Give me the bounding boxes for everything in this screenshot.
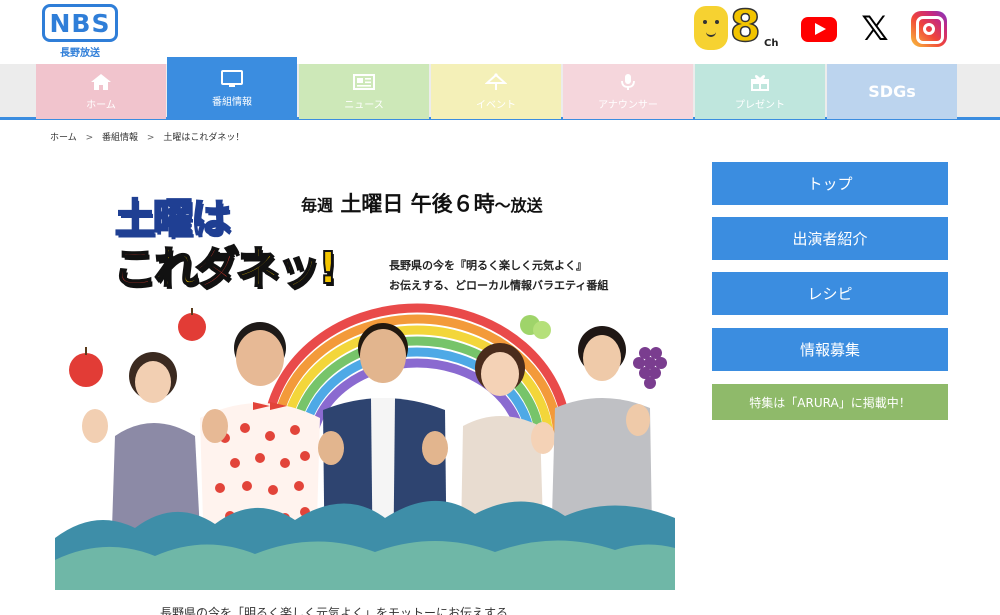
nav-item-sdgs[interactable]: SDGs <box>827 64 957 119</box>
program-hero: 土曜は これダネッ! 毎週 土曜日 午後６時〜放送 長野県の今を『明るく楽しく元… <box>55 170 675 590</box>
breadcrumb-separator: > <box>85 133 94 143</box>
title-part: ネッ! <box>235 242 339 295</box>
sidebar-feature-button[interactable]: 特集は「ARURA」に掲載中！ <box>712 384 948 420</box>
breadcrumb: ホーム > 番組情報 > 土曜はこれダネッ！ <box>50 130 250 143</box>
instagram-icon[interactable] <box>910 10 948 48</box>
site-header: NBS 長野放送 8 Ch 𝕏 <box>0 0 1000 64</box>
newspaper-icon <box>353 73 375 91</box>
main-nav: ホーム 番組情報 ニュース イベント アナウンサー プレゼント SDGs <box>0 57 1000 120</box>
channel-suffix: Ch <box>764 38 779 49</box>
program-tagline: 長野県の今を『明るく楽しく元気よく』 お伝えする、どローカル情報バラエティ番組 <box>389 256 608 296</box>
nav-item-programs[interactable]: 番組情報 <box>167 57 297 120</box>
nav-label: ホーム <box>86 99 116 111</box>
event-icon <box>485 72 507 91</box>
channel-number: 8 <box>729 1 761 53</box>
title-line2: これダネッ! <box>112 232 339 296</box>
title-part: こ <box>112 242 158 295</box>
microphone-icon <box>617 73 639 91</box>
apple-illustration <box>178 313 206 341</box>
intro-text: 長野県の今を「明るく楽しく元気よく」をモットーにお伝えする <box>160 606 509 615</box>
mascot-icon <box>694 6 728 50</box>
nav-item-home[interactable]: ホーム <box>36 64 166 119</box>
breadcrumb-separator: > <box>146 133 155 143</box>
tagline-line2: お伝えする、どローカル情報バラエティ番組 <box>389 279 609 292</box>
sidebar-cast-button[interactable]: 出演者紹介 <box>712 217 948 260</box>
grapes-illustration <box>633 347 667 389</box>
nav-label: アナウンサー <box>598 99 658 111</box>
ch8-link[interactable]: 8 Ch <box>690 1 780 54</box>
sidebar-info-button[interactable]: 情報募集 <box>712 328 948 371</box>
title-part: ダ <box>194 242 240 295</box>
nav-item-event[interactable]: イベント <box>431 64 561 119</box>
nav-label: ニュース <box>344 99 384 111</box>
nav-item-news[interactable]: ニュース <box>299 64 429 119</box>
sidebar-top-button[interactable]: トップ <box>712 162 948 205</box>
nav-item-present[interactable]: プレゼント <box>695 64 825 119</box>
tagline-line1: 長野県の今を『明るく楽しく元気よく』 <box>389 259 587 272</box>
sidebar-recipe-button[interactable]: レシピ <box>712 272 948 315</box>
home-icon <box>90 73 112 91</box>
apple-illustration <box>69 353 103 387</box>
nbs-logo[interactable]: NBS 長野放送 <box>42 4 122 59</box>
schedule-main: 土曜日 午後６時 <box>340 192 495 216</box>
breadcrumb-home[interactable]: ホーム <box>50 133 77 143</box>
tv-icon <box>221 69 243 88</box>
youtube-icon[interactable] <box>800 10 838 48</box>
schedule-prefix: 毎週 <box>301 196 334 215</box>
breadcrumb-current: 土曜はこれダネッ！ <box>163 133 245 143</box>
breadcrumb-programs[interactable]: 番組情報 <box>102 133 138 143</box>
cast-photo <box>55 298 675 590</box>
gift-icon <box>749 73 771 91</box>
nav-label: イベント <box>476 99 516 111</box>
title-part: れ <box>153 242 199 295</box>
logo-subtext: 長野放送 <box>60 48 100 59</box>
x-icon[interactable]: 𝕏 <box>856 9 894 49</box>
schedule-suffix: 〜放送 <box>494 196 543 215</box>
broadcast-schedule: 毎週 土曜日 午後６時〜放送 <box>301 188 543 218</box>
nav-label: プレゼント <box>735 99 785 111</box>
nav-label: SDGs <box>868 82 916 101</box>
logo-mark: NBS <box>42 4 118 42</box>
nav-label: 番組情報 <box>212 96 252 108</box>
nav-item-announcer[interactable]: アナウンサー <box>563 64 693 119</box>
